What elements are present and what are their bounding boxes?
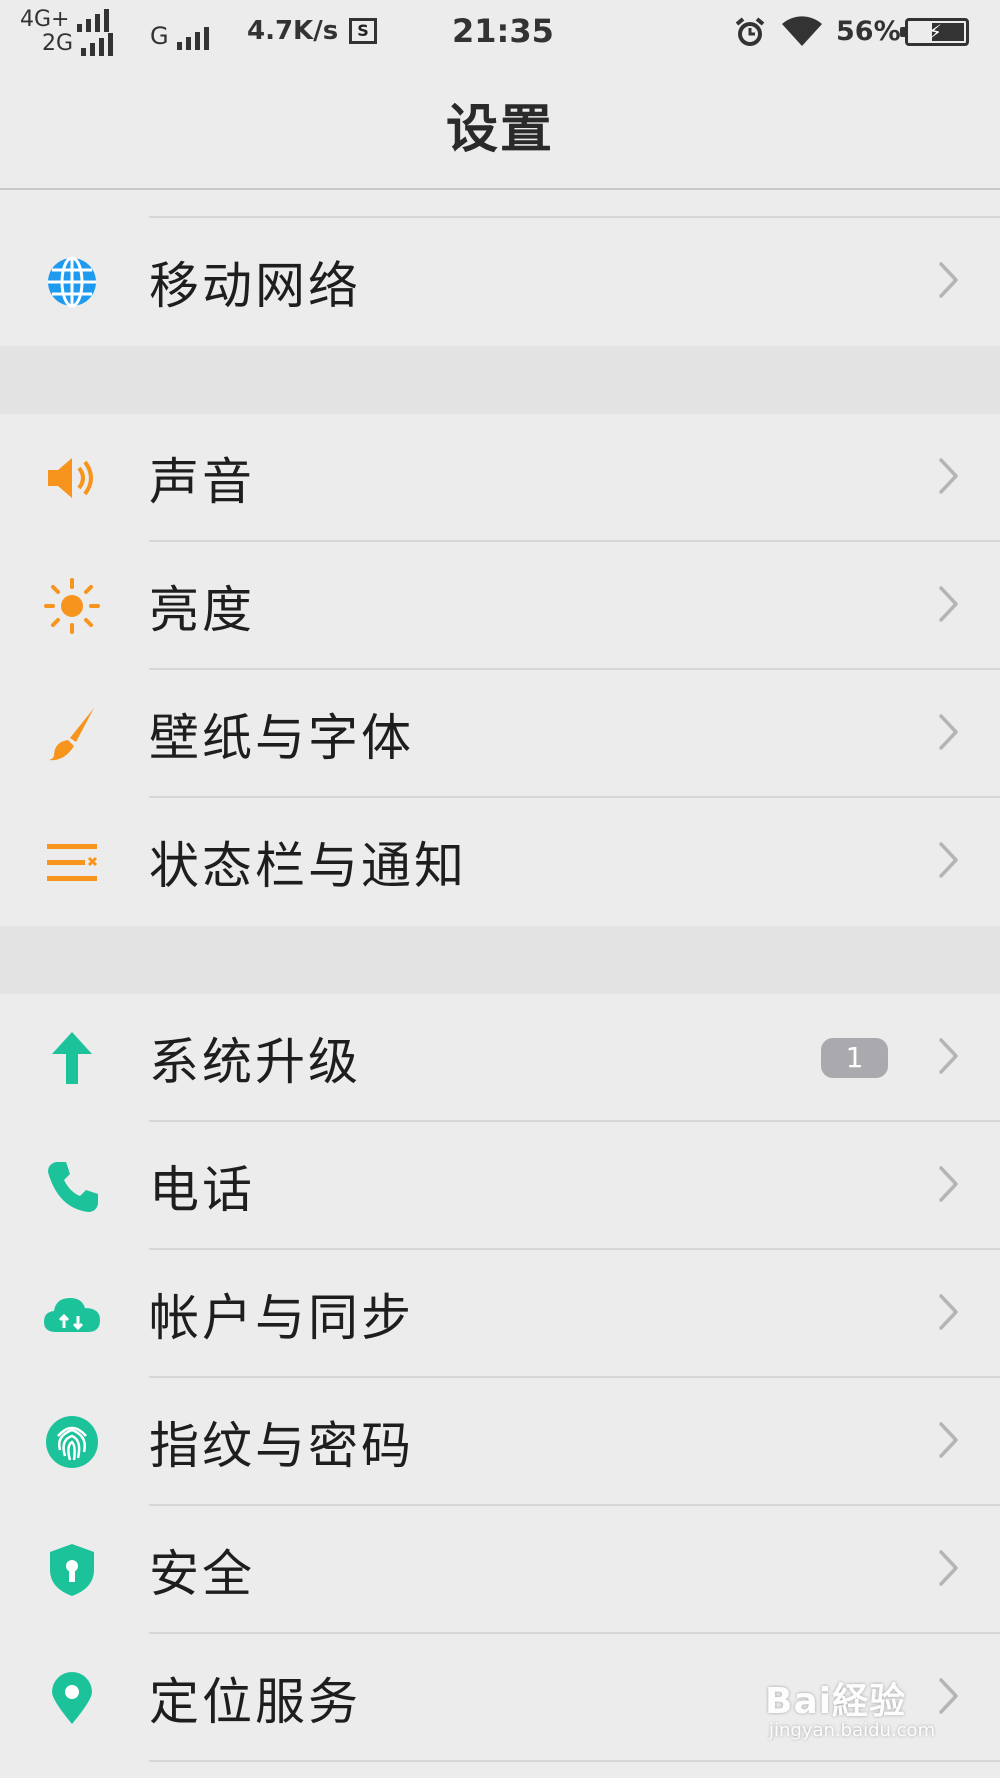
section-gap: [0, 926, 1000, 994]
chevron-right-icon: [938, 713, 960, 755]
settings-item[interactable]: 系统升级 1: [0, 994, 1000, 1122]
speaker-icon: [42, 448, 102, 508]
network-type-primary: 4G+: [20, 7, 70, 32]
clock: 21:35: [452, 12, 554, 50]
settings-item-label: 安全: [149, 1545, 255, 1603]
settings-item-label: 状态栏与通知: [149, 837, 467, 895]
settings-item[interactable]: 状态栏与通知: [0, 798, 1000, 926]
chevron-right-icon: [938, 1421, 960, 1463]
fingerprint-icon: [42, 1412, 102, 1472]
network-type-secondary: 2G: [42, 31, 74, 56]
network-type-g: G: [150, 22, 169, 50]
signal-bars-icon: [81, 33, 114, 56]
location-pin-icon: [42, 1668, 102, 1728]
list-top-divider: [149, 190, 1000, 218]
settings-item[interactable]: 电话: [0, 1122, 1000, 1250]
settings-list: 移动网络声音亮度壁纸与字体状态栏与通知 系统升级 1 电话帐户与同步指纹与密码安全定位…: [0, 190, 1000, 1762]
settings-item[interactable]: 亮度: [0, 542, 1000, 670]
battery-icon: ⚡: [900, 18, 969, 46]
settings-item[interactable]: 移动网络: [0, 218, 1000, 346]
settings-item[interactable]: 指纹与密码: [0, 1378, 1000, 1506]
settings-item[interactable]: 壁纸与字体: [0, 670, 1000, 798]
sun-icon: [42, 576, 102, 636]
chevron-right-icon: [938, 841, 960, 883]
watermark-url: jingyan.baidu.com: [769, 1720, 936, 1741]
brush-icon: [42, 704, 102, 764]
settings-item-label: 系统升级: [149, 1033, 361, 1091]
settings-item[interactable]: 帐户与同步: [0, 1250, 1000, 1378]
settings-item-label: 声音: [149, 453, 255, 511]
status-bar: 4G+ 2G G 4.7K/s S 21:35 56% ⚡: [0, 0, 1000, 66]
data-saver-icon: S: [349, 18, 377, 44]
settings-item-label: 壁纸与字体: [149, 709, 414, 767]
settings-item-label: 定位服务: [149, 1673, 361, 1731]
cloud-sync-icon: [42, 1284, 102, 1344]
section-gap: [0, 346, 1000, 414]
settings-group: 声音亮度壁纸与字体状态栏与通知: [0, 414, 1000, 926]
signal-bars-icon: [77, 9, 110, 32]
settings-item-label: 电话: [149, 1161, 255, 1219]
phone-icon: [42, 1156, 102, 1216]
chevron-right-icon: [938, 457, 960, 499]
chevron-right-icon: [938, 1037, 960, 1079]
settings-item[interactable]: 声音: [0, 414, 1000, 542]
watermark: Bai経验 jingyan.baidu.com: [765, 1672, 935, 1741]
statusbar-list-icon: [42, 832, 102, 892]
chevron-right-icon: [938, 261, 960, 303]
page-header: 设置: [0, 66, 1000, 190]
settings-group: 移动网络: [0, 218, 1000, 346]
globe-icon: [42, 252, 102, 312]
network-indicator-g: G: [150, 22, 209, 50]
settings-item-label: 亮度: [149, 581, 255, 639]
wifi-icon: [780, 14, 824, 52]
alarm-icon: [734, 16, 766, 52]
shield-icon: [42, 1540, 102, 1600]
battery-percent: 56%: [836, 16, 901, 47]
page-title: 设置: [445, 99, 554, 160]
settings-item-label: 移动网络: [149, 257, 361, 315]
arrow-up-icon: [42, 1028, 102, 1088]
chevron-right-icon: [938, 585, 960, 627]
chevron-right-icon: [938, 1677, 960, 1719]
item-divider: [149, 1760, 1000, 1762]
signal-bars-icon: [176, 27, 209, 50]
settings-item-label: 指纹与密码: [149, 1417, 414, 1475]
network-indicator: 4G+ 2G: [20, 7, 114, 56]
update-count-badge: 1: [821, 1038, 888, 1078]
watermark-logo: Bai経验: [765, 1681, 907, 1722]
network-speed: 4.7K/s: [247, 16, 339, 46]
chevron-right-icon: [938, 1293, 960, 1335]
settings-group: 系统升级 1 电话帐户与同步指纹与密码安全定位服务: [0, 994, 1000, 1762]
chevron-right-icon: [938, 1165, 960, 1207]
settings-item-label: 帐户与同步: [149, 1289, 414, 1347]
chevron-right-icon: [938, 1549, 960, 1591]
settings-item[interactable]: 安全: [0, 1506, 1000, 1634]
